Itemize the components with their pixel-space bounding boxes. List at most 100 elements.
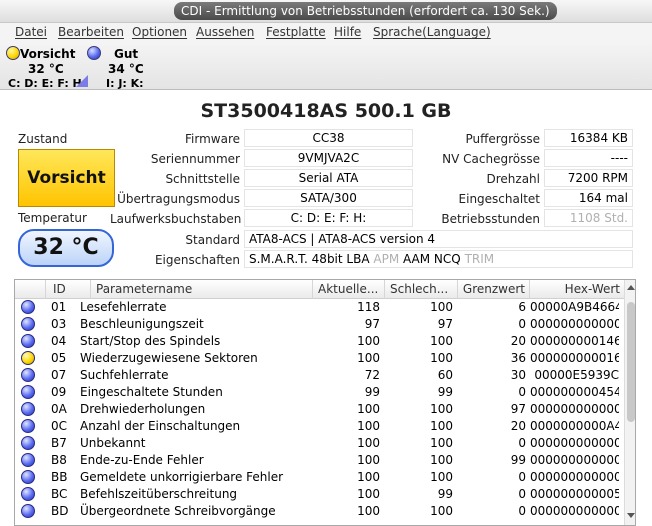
attribute-threshold: 30 xyxy=(510,368,526,382)
attribute-hex: 000000000454 xyxy=(530,385,619,399)
attribute-worst: 97 xyxy=(437,317,453,331)
attribute-current: 100 xyxy=(357,453,380,467)
scroll-down-icon[interactable] xyxy=(627,513,635,518)
table-row[interactable]: B8 Ende-zu-Ende Fehler 100 100 99 00000000000… xyxy=(15,452,624,469)
drive-letters: C: D: E: F: H: xyxy=(8,77,87,90)
buffer-label: Puffergrösse xyxy=(465,132,540,146)
col-hex[interactable]: Hex-Wert xyxy=(530,280,624,299)
letters-value: C: D: E: F: H: xyxy=(244,209,413,227)
attribute-status-dot xyxy=(21,436,35,450)
menu-hilfe[interactable]: Hilfe xyxy=(334,25,361,39)
scroll-up-icon[interactable] xyxy=(627,285,635,290)
attribute-worst: 100 xyxy=(430,470,453,484)
table-row[interactable]: 0C Anzahl der Einschaltungen 100 100 20 00000… xyxy=(15,418,624,435)
attribute-worst: 100 xyxy=(430,402,453,416)
col-id[interactable]: ID xyxy=(46,280,91,299)
attribute-name: Lesefehlerrate xyxy=(80,300,167,314)
table-body: 01 Lesefehlerrate 118 100 6 00000A9B4664 03 Bes… xyxy=(15,299,624,520)
attribute-threshold: 97 xyxy=(510,402,526,416)
menu-festplatte[interactable]: Festplatte xyxy=(266,25,326,39)
attribute-name: Beschleunigungszeit xyxy=(80,317,204,331)
letters-label: Laufwerksbuchstaben xyxy=(110,212,242,226)
attribute-hex: 0000000000A4 xyxy=(530,419,619,433)
attribute-name: Unbekannt xyxy=(80,436,146,450)
attribute-current: 72 xyxy=(364,368,380,382)
attribute-current: 100 xyxy=(357,436,380,450)
col-current[interactable]: Aktuelle... xyxy=(313,280,385,299)
table-row[interactable]: 05 Wiederzugewiesene Sektoren 100 100 36 0000… xyxy=(15,350,624,367)
drive-status: Vorsicht xyxy=(20,47,76,61)
table-row[interactable]: 01 Lesefehlerrate 118 100 6 00000A9B4664 xyxy=(15,299,624,316)
transfer-label: Übertragungsmodus xyxy=(117,192,240,206)
attribute-status-dot xyxy=(21,368,35,382)
attribute-worst: 100 xyxy=(430,300,453,314)
attribute-hex: 000000000000 xyxy=(530,317,619,331)
drive-tab-2[interactable]: Gut 34 °C I: J: K: xyxy=(87,45,157,90)
drive-tab-1[interactable]: Vorsicht 32 °C C: D: E: F: H: xyxy=(6,45,88,90)
menu-sprache[interactable]: Sprache(Language) xyxy=(373,25,491,39)
col-status[interactable] xyxy=(15,280,46,299)
table-row[interactable]: 04 Start/Stop des Spindels 100 100 20 0000000… xyxy=(15,333,624,350)
table-row[interactable]: BB Gemeldete unkorrigierbare Fehler 100 100… xyxy=(15,469,624,486)
table-row[interactable]: BC Befehlszeitüberschreitung 100 99 0 0000000… xyxy=(15,486,624,503)
attribute-threshold: 99 xyxy=(510,453,526,467)
attribute-current: 100 xyxy=(357,487,380,501)
attribute-current: 100 xyxy=(357,334,380,348)
firmware-label: Firmware xyxy=(185,132,240,146)
col-worst[interactable]: Schlech... xyxy=(385,280,458,299)
attribute-status-dot xyxy=(21,402,35,416)
col-name[interactable]: Parametername xyxy=(91,280,313,299)
attribute-worst: 60 xyxy=(437,368,453,382)
attribute-current: 97 xyxy=(364,317,380,331)
vertical-scrollbar[interactable] xyxy=(624,280,635,525)
menu-aussehen[interactable]: Aussehen xyxy=(196,25,254,39)
table-row[interactable]: 07 Suchfehlerrate 72 60 30 00000E5939C xyxy=(15,367,624,384)
attribute-worst: 100 xyxy=(430,453,453,467)
feature-trim: TRIM xyxy=(464,252,495,266)
attribute-status-dot xyxy=(21,300,35,314)
drive-temp: 32 °C xyxy=(28,62,64,76)
interface-value: Serial ATA xyxy=(244,169,413,187)
attribute-threshold: 0 xyxy=(518,487,526,501)
table-row[interactable]: 09 Eingeschaltete Stunden 99 99 0 00000000045… xyxy=(15,384,624,401)
attribute-worst: 100 xyxy=(430,351,453,365)
attribute-current: 118 xyxy=(357,300,380,314)
firmware-value: CC38 xyxy=(244,129,413,147)
attribute-hex: 000000000005 xyxy=(530,487,619,501)
drive-temp: 34 °C xyxy=(108,62,144,76)
table-row[interactable]: B7 Unbekannt 100 100 0 000000000000 xyxy=(15,435,624,452)
zustand-label: Zustand xyxy=(18,132,68,146)
attribute-worst: 99 xyxy=(437,487,453,501)
table-row[interactable]: 0A Drehwiederholungen 100 100 97 000000000000 xyxy=(15,401,624,418)
attribute-hex: 000000000000 xyxy=(530,453,619,467)
attribute-name: Drehwiederholungen xyxy=(80,402,206,416)
attribute-hex: 00000A9B4664 xyxy=(530,300,619,314)
drive-bar: Vorsicht 32 °C C: D: E: F: H: Gut 34 °C … xyxy=(0,43,652,90)
menu-datei[interactable]: Datei xyxy=(15,25,47,39)
menu-bar: Datei Bearbeiten Optionen Aussehen Festp… xyxy=(0,23,652,43)
attribute-hex: 000000000146 xyxy=(530,334,619,348)
drive-letters: I: J: K: xyxy=(106,77,144,90)
standard-value: ATA8-ACS | ATA8-ACS version 4 xyxy=(244,230,633,248)
attribute-status-dot xyxy=(21,351,35,365)
health-status-button[interactable]: Vorsicht xyxy=(18,149,115,207)
attribute-status-dot xyxy=(21,504,35,518)
attribute-hex: 000000000000 xyxy=(530,470,619,484)
table-row[interactable]: 03 Beschleunigungszeit 97 97 0 000000000000 xyxy=(15,316,624,333)
interface-label: Schnittstelle xyxy=(165,172,240,186)
col-threshold[interactable]: Grenzwert xyxy=(458,280,530,299)
attribute-threshold: 20 xyxy=(510,419,526,433)
scroll-thumb[interactable] xyxy=(627,302,635,422)
attribute-current: 99 xyxy=(364,385,380,399)
menu-optionen[interactable]: Optionen xyxy=(132,25,187,39)
table-row[interactable]: BD Übergeordnete Schreibvorgänge 100 100 0 00… xyxy=(15,503,624,520)
poweron-value: 164 mal xyxy=(544,189,633,207)
attribute-worst: 100 xyxy=(430,436,453,450)
smart-table: ID Parametername Aktuelle... Schlech... … xyxy=(14,279,636,526)
feature-apm: APM xyxy=(373,252,400,266)
menu-bearbeiten[interactable]: Bearbeiten xyxy=(58,25,124,39)
hours-value[interactable]: 1108 Std. xyxy=(544,209,633,227)
title-bar: CDI - Ermittlung von Betriebsstunden (er… xyxy=(0,0,652,23)
window-title: CDI - Ermittlung von Betriebsstunden (er… xyxy=(174,2,557,20)
temperature-button[interactable]: 32 °C xyxy=(18,229,114,267)
